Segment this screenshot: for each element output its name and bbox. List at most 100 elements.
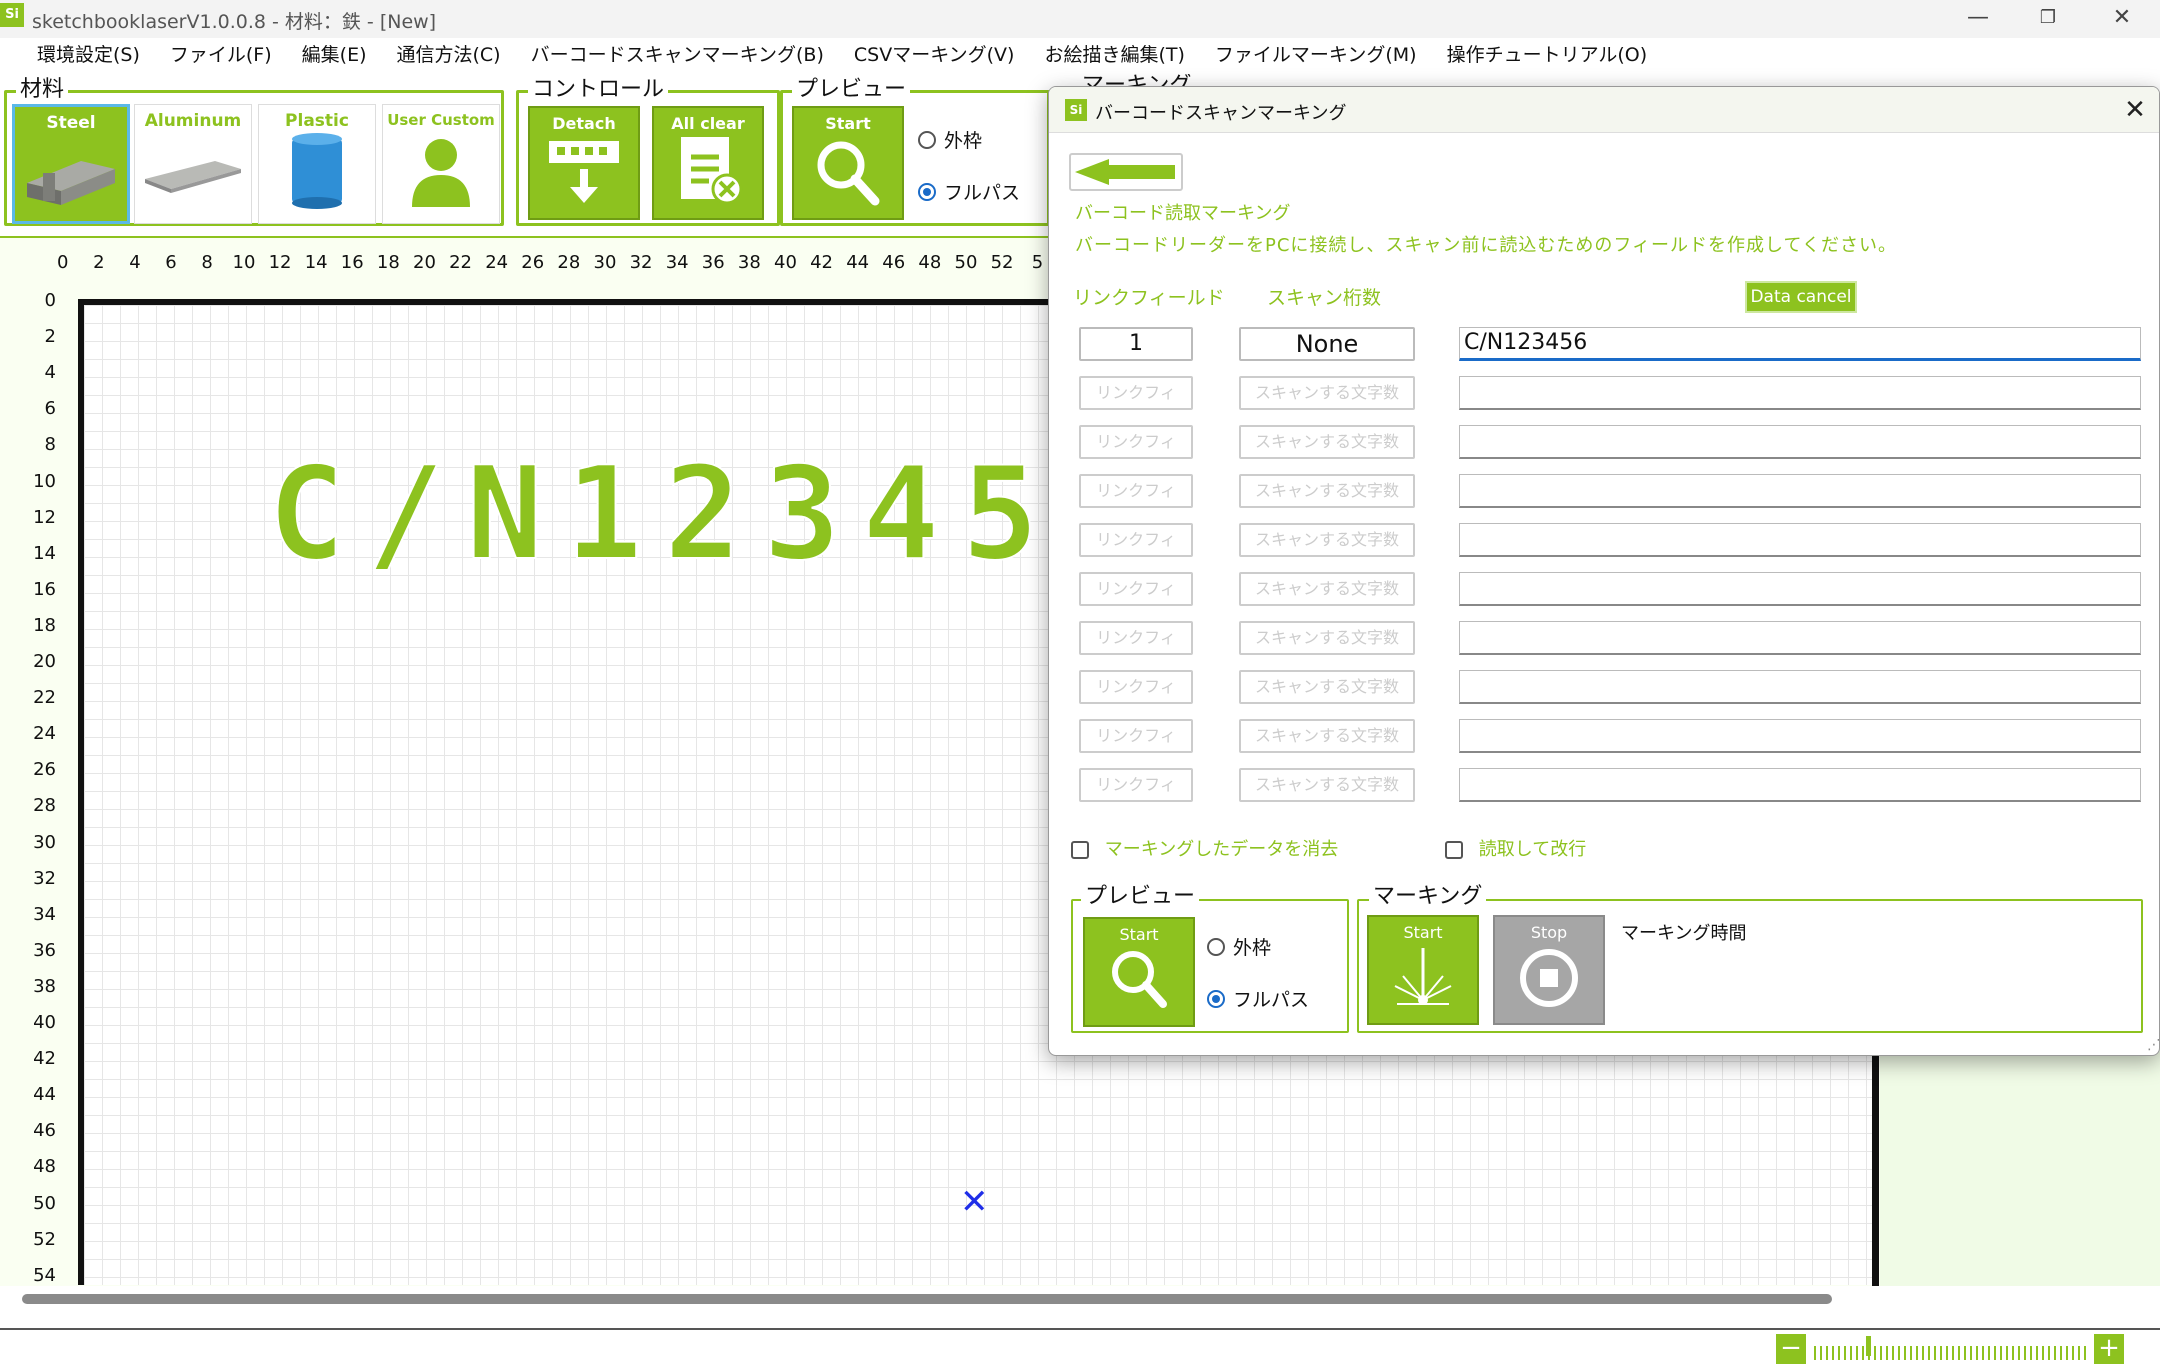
restore-icon[interactable]: ❐ [2018,2,2078,34]
close-icon[interactable]: ✕ [2092,2,2152,34]
material-aluminum-button[interactable]: Aluminum [134,104,252,224]
ruler-x-tick: 24 [485,252,509,273]
preview-start-button[interactable]: Start [792,106,904,220]
link-field-input[interactable]: リンクフィ [1079,474,1193,508]
radio-off-icon [918,130,936,149]
menu-settings[interactable]: 環境設定(S) [22,38,155,72]
ruler-y-tick: 22 [33,687,56,709]
back-button[interactable] [1069,153,1183,191]
link-field-input[interactable]: リンクフィ [1079,376,1193,410]
scan-text-input[interactable] [1459,719,2141,753]
laser-icon [1394,948,1452,1005]
detach-label: Detach [552,114,616,133]
material-steel-button[interactable]: Steel [12,104,130,224]
ruler-y-tick: 26 [33,759,56,781]
ruler-x-tick: 10 [232,252,256,273]
menu-csv-marking[interactable]: CSVマーキング(V) [839,38,1030,72]
ruler-y-tick: 14 [33,542,56,564]
dialog-preview-label: プレビュー [1081,885,1200,909]
canvas-margin [1880,1050,2160,1286]
link-field-input[interactable]: リンクフィ [1079,425,1193,459]
scan-text-input[interactable] [1459,425,2141,459]
link-field-input[interactable]: リンクフィ [1079,719,1193,753]
detach-button[interactable]: Detach [528,106,640,220]
preview-label: プレビュー [792,78,911,102]
scan-digits-input[interactable]: スキャンする文字数 [1239,768,1415,802]
scan-text-input[interactable] [1459,768,2141,802]
all-clear-button[interactable]: All clear [652,106,764,220]
scan-text-input[interactable] [1459,572,2141,606]
ruler-x-tick: 16 [340,252,364,273]
dialog-preview-start-button[interactable]: Start [1083,917,1195,1027]
menu-communication[interactable]: 通信方法(C) [382,38,516,72]
link-field-input[interactable]: リンクフィ [1079,523,1193,557]
scan-digits-input[interactable]: スキャンする文字数 [1239,425,1415,459]
scan-digits-input[interactable]: スキャンする文字数 [1239,621,1415,655]
scan-digits-input[interactable]: スキャンする文字数 [1239,719,1415,753]
menu-tutorial[interactable]: 操作チュートリアル(O) [1432,38,1663,72]
ruler-y-tick: 24 [33,723,56,745]
link-field-input[interactable]: リンクフィ [1079,768,1193,802]
dialog-fullpath-radio[interactable]: フルパス [1207,985,1309,1012]
ruler-y-tick: 32 [33,867,56,889]
scan-text-input[interactable] [1459,376,2141,410]
ruler-y-tick: 8 [44,434,56,456]
scan-text-input[interactable]: C/N123456 [1459,327,2141,361]
marking-stop-button[interactable]: Stop [1493,915,1605,1025]
steel-beams-icon [27,161,115,205]
ruler-x-tick: 5 [1031,252,1044,273]
detach-icon [549,141,619,203]
scan-digits-input[interactable]: スキャンする文字数 [1239,376,1415,410]
marking-time-label: マーキング時間 [1621,923,1747,944]
dialog-preview-start-label: Start [1119,925,1159,944]
scan-digits-input[interactable]: スキャンする文字数 [1239,474,1415,508]
zoom-in-button[interactable]: + [2094,1334,2124,1364]
ruler-y-tick: 54 [33,1264,56,1286]
menu-drawing-edit[interactable]: お絵描き編集(T) [1029,38,1199,72]
scan-digits-input[interactable]: スキャンする文字数 [1239,523,1415,557]
preview-outer-radio[interactable]: 外枠 [918,126,982,153]
all-clear-icon [681,137,743,205]
horizontal-scrollbar[interactable] [22,1294,1832,1304]
ruler-x-tick: 4 [129,252,141,273]
zoom-out-button[interactable]: − [1776,1334,1806,1364]
preview-fullpath-label: フルパス [944,182,1021,204]
scan-text-input[interactable] [1459,474,2141,508]
resize-grip-icon[interactable]: ⋰ [2147,1037,2159,1053]
menu-edit[interactable]: 編集(E) [287,38,382,72]
control-label: コントロール [528,78,669,102]
ruler-x-tick: 46 [882,252,906,273]
dialog-close-icon[interactable]: ✕ [2117,93,2153,127]
scan-text-input[interactable] [1459,621,2141,655]
zoom-slider-thumb[interactable] [1866,1336,1871,1356]
scan-digits-input[interactable]: スキャンする文字数 [1239,670,1415,704]
link-field-input[interactable]: 1 [1079,327,1193,361]
newline-checkbox[interactable]: 読取して改行 [1445,835,1586,861]
aluminum-sheet-icon [145,161,241,193]
material-user-custom-button[interactable]: User Custom [382,104,500,224]
data-cancel-button[interactable]: Data cancel [1745,281,1857,313]
checkbox-icon [1445,841,1463,859]
menu-file[interactable]: ファイル(F) [155,38,287,72]
scan-text-input[interactable] [1459,523,2141,557]
zoom-slider[interactable] [1814,1346,2090,1360]
dialog-outer-radio[interactable]: 外枠 [1207,933,1271,960]
scan-digits-input[interactable]: None [1239,327,1415,361]
scan-digits-input[interactable]: スキャンする文字数 [1239,572,1415,606]
material-plastic-button[interactable]: Plastic [258,104,376,224]
ruler-x-tick: 44 [846,252,870,273]
minimize-icon[interactable]: — [1948,2,2008,34]
scan-text-input[interactable] [1459,670,2141,704]
clear-data-checkbox[interactable]: マーキングしたデータを消去 [1071,835,1338,861]
ruler-y-tick: 48 [33,1156,56,1178]
link-field-input[interactable]: リンクフィ [1079,572,1193,606]
link-field-input[interactable]: リンクフィ [1079,621,1193,655]
menu-file-marking[interactable]: ファイルマーキング(M) [1200,38,1432,72]
marking-text-object[interactable]: C/N123456 [267,439,1160,590]
link-field-input[interactable]: リンクフィ [1079,670,1193,704]
ruler-y-tick: 38 [33,975,56,997]
menu-barcode-marking[interactable]: バーコードスキャンマーキング(B) [516,38,839,72]
ruler-y-tick: 42 [33,1048,56,1070]
marking-start-button[interactable]: Start [1367,915,1479,1025]
preview-fullpath-radio[interactable]: フルパス [918,178,1020,205]
